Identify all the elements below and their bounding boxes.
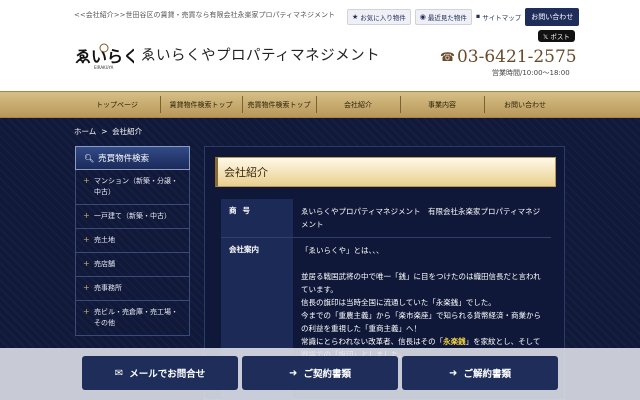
x-logo-icon: 𝕏 <box>543 33 549 41</box>
phone-icon: ☎ <box>440 50 455 64</box>
intro-paragraph-1: 「ゑいらくや」とは、、、 <box>301 246 384 255</box>
nav-item-rental-search[interactable]: 賃貸物件検索トップ <box>160 92 242 117</box>
nav-item-business[interactable]: 事業内容 <box>400 92 484 117</box>
x-post-button[interactable]: 𝕏 ポスト <box>538 30 575 42</box>
eye-icon: ◉ <box>419 13 426 21</box>
company-name: ゑいらくやプロパティマネジメント <box>141 48 381 64</box>
recent-button[interactable]: ◉ 最近見た物件 <box>414 9 472 25</box>
sidebar-item-office[interactable]: 売事務所 <box>76 277 189 301</box>
contract-documents-label: ご契約書類 <box>303 369 351 380</box>
sidebar-item-building[interactable]: 売ビル・売倉庫・売工場・その他 <box>76 301 189 336</box>
row-label-trade-name: 商号 <box>221 199 293 237</box>
main-nav: トップページ 賃貸物件検索トップ 売買物件検索トップ 会社紹介 事業内容 お問い… <box>0 91 640 118</box>
sitemap-link[interactable]: ▪ サイトマップ <box>476 12 521 22</box>
phone-number[interactable]: ☎ 03-6421-2575 <box>440 47 577 67</box>
content-heading: 会社紹介 <box>215 157 556 187</box>
nav-item-company[interactable]: 会社紹介 <box>316 92 400 117</box>
svg-text:ゑいらくや: ゑいらくや <box>75 47 134 66</box>
sidebar-item-mansion[interactable]: マンション（新築・分譲・中古） <box>76 170 189 205</box>
arrow-circle-icon: ➜ <box>449 367 458 379</box>
favorites-button[interactable]: ★ お気に入り物件 <box>347 9 411 25</box>
sitemap-label: サイトマップ <box>482 14 522 22</box>
recent-label: 最近見た物件 <box>427 14 467 22</box>
cancellation-documents-label: ご解約書類 <box>463 369 511 380</box>
nav-item-sale-search[interactable]: 売買物件検索トップ <box>242 92 316 117</box>
breadcrumb-separator: > <box>101 127 108 136</box>
mail-icon: ✉ <box>114 367 124 379</box>
mail-contact-label: メールでお問合せ <box>129 369 206 380</box>
breadcrumb: ホーム > 会社紹介 <box>74 126 142 137</box>
intro-paragraph-4: 今までの「重農主義」から「楽市楽座」で知られる貨幣経済・商業からの利益を重視した… <box>301 311 541 333</box>
sidebar-header: 🔍︎ 売買物件検索 <box>75 146 190 170</box>
top-actions: ★ お気に入り物件 ◉ 最近見た物件 ▪ サイトマップ お問い合わせ <box>347 8 580 26</box>
svg-text:EIRAKUYA: EIRAKUYA <box>94 65 114 70</box>
phone-text: 03-6421-2575 <box>456 47 577 67</box>
sidebar-item-shop[interactable]: 売店舗 <box>76 253 189 277</box>
mail-contact-button[interactable]: ✉ メールでお問合せ <box>82 356 238 390</box>
nav-item-top[interactable]: トップページ <box>74 92 160 117</box>
sidebar-item-house[interactable]: 一戸建て（新築・中古） <box>76 205 189 229</box>
site-logo[interactable]: ゑいらくや EIRAKUYA <box>74 40 155 70</box>
nav-item-contact[interactable]: お問い合わせ <box>484 92 566 117</box>
sidebar-item-land[interactable]: 売土地 <box>76 229 189 253</box>
breadcrumb-home-link[interactable]: ホーム <box>74 127 96 136</box>
favorites-label: お気に入り物件 <box>360 14 406 22</box>
intro-paragraph-2: 並居る戦国武将の中で唯一「銭」に目をつけたのは織田信長だと言われています。 <box>301 272 541 294</box>
business-hours: 営業時間/10:00～18:00 <box>492 69 570 77</box>
intro-paragraph-3: 信長の旗印は当時全国に流通していた「永楽銭」でした。 <box>301 298 496 307</box>
search-icon: 🔍︎ <box>84 153 95 163</box>
star-icon: ★ <box>352 13 359 21</box>
logo-mark: ゑいらくや EIRAKUYA <box>75 43 155 70</box>
sidebar-list: マンション（新築・分譲・中古） 一戸建て（新築・中古） 売土地 売店舗 売事務所… <box>75 170 190 336</box>
table-row: 商号 ゑいらくやプロパティマネジメント 有限会社永楽家プロパティマネジメント <box>221 199 551 238</box>
contract-documents-button[interactable]: ➜ ご契約書類 <box>242 356 398 390</box>
page-tagline: <<会社紹介>>世田谷区の賃貸・売買なら有限会社永楽家プロパティマネジメント <box>74 11 336 19</box>
square-bullet-icon: ▪ <box>475 12 481 20</box>
eirakusen-highlight: 永楽銭 <box>443 337 466 346</box>
cancellation-documents-button[interactable]: ➜ ご解約書類 <box>402 356 558 390</box>
breadcrumb-current: 会社紹介 <box>112 127 143 136</box>
sidebar-title: 売買物件検索 <box>98 154 150 164</box>
arrow-circle-icon: ➜ <box>289 367 298 379</box>
intro-p5-start: 常識にとらわれない改革者、信長はその「 <box>301 337 444 346</box>
contact-top-button[interactable]: お問い合わせ <box>525 8 580 26</box>
x-post-label: ポスト <box>550 33 570 41</box>
row-value-trade-name: ゑいらくやプロパティマネジメント 有限会社永楽家プロパティマネジメント <box>301 207 541 229</box>
